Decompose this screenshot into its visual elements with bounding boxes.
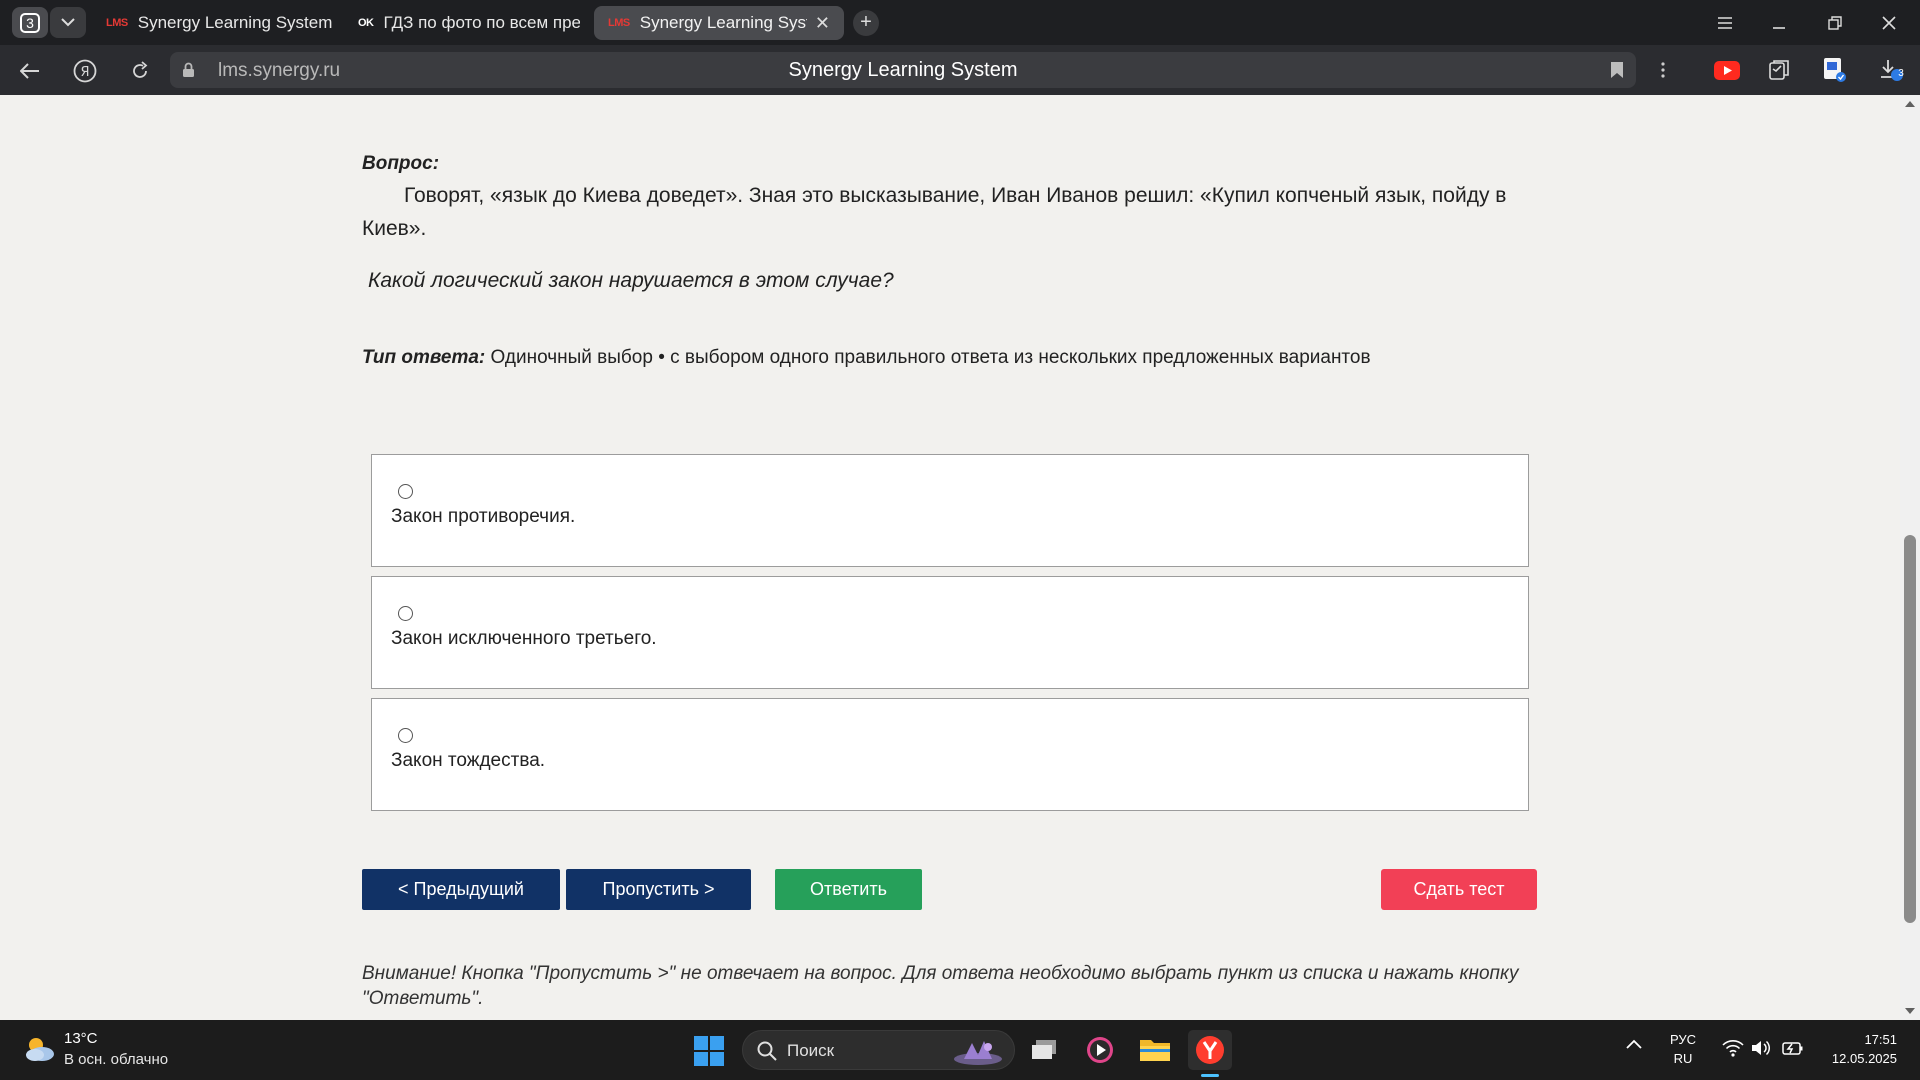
battery-charging-icon[interactable] [1782,1039,1804,1057]
restore-button[interactable] [1812,8,1858,38]
active-app-indicator [1201,1074,1219,1077]
page-title: Synergy Learning System [788,59,1018,81]
tab-gdz[interactable]: OK ГДЗ по фото по всем пред [358,6,580,40]
search-highlight-icon [954,1041,1002,1065]
warning-note: Внимание! Кнопка "Пропустить >" не отвеч… [362,963,1519,1009]
yandex-browser-icon [1196,1036,1224,1064]
page-content: Вопрос: Говорят, «язык до Киева доведет»… [0,95,1900,1020]
tab-synergy-1[interactable]: LMS Synergy Learning System [106,6,346,40]
back-button[interactable] [14,55,46,87]
answer-type-label: Тип ответа: [362,347,486,368]
previous-button[interactable]: < Предыдущий [362,869,560,910]
scroll-down-arrow-icon[interactable] [1905,1008,1915,1014]
translate-extension-icon [1824,58,1846,82]
cloudy-weather-icon[interactable] [22,1034,58,1064]
system-clock[interactable]: 17:51 12.05.2025 [1815,1030,1897,1068]
svg-text:Я: Я [80,65,89,80]
tab-count: 3 [20,12,40,33]
answer-option-2[interactable]: Закон исключенного третьего. [371,576,1529,689]
windows-taskbar: 13°C В осн. облачно Поиск РУС RU 17:51 1… [0,1020,1920,1080]
page-scrollbar[interactable] [1900,95,1920,1020]
ok-favicon-icon: OK [358,17,374,29]
answer-type-value: Одиночный выбор • с выбором одного прави… [485,347,1371,368]
radio-button[interactable] [398,484,413,499]
address-bar[interactable]: lms.synergy.ru Synergy Learning System [170,52,1636,88]
youtube-icon [1714,60,1740,80]
back-arrow-icon [20,63,39,79]
clock-time: 17:51 [1864,1032,1897,1047]
translate-extension-button[interactable] [1820,56,1850,84]
question-label: Вопрос: [362,153,440,174]
reload-icon [133,61,148,78]
radio-button[interactable] [398,606,413,621]
search-icon [757,1041,777,1061]
clock-date: 12.05.2025 [1831,1051,1897,1066]
task-view-icon [1032,1040,1056,1059]
close-tab-icon[interactable]: ✕ [815,13,830,34]
browser-toolbar: Я lms.synergy.ru Synergy Learning System… [0,45,1920,95]
taskbar-app-explorer[interactable] [1133,1030,1177,1070]
tab-title: Synergy Learning Syste [639,13,807,32]
menu-icon [1718,17,1732,29]
more-options-button[interactable] [1648,56,1678,84]
tab-title: Synergy Learning System [137,13,333,32]
chevron-up-icon[interactable] [1626,1039,1642,1049]
browser-tab-strip: 3 LMS Synergy Learning System OK ГДЗ по … [0,0,1920,45]
tab-list-button[interactable] [50,7,86,38]
youtube-extension-button[interactable] [1712,56,1742,84]
language-indicator[interactable]: РУС RU [1670,1030,1696,1068]
answer-option-1[interactable]: Закон противоречия. [371,454,1529,567]
collections-button[interactable] [1765,56,1795,84]
media-player-icon [1087,1037,1113,1063]
downloads-badge: 3 [1898,68,1904,79]
lms-favicon-icon: LMS [608,17,630,29]
taskbar-app-media[interactable] [1078,1030,1122,1070]
tab-counter-button[interactable]: 3 [12,7,48,38]
option-label: Закон противоречия. [391,506,576,527]
radio-button[interactable] [398,728,413,743]
restore-icon [1828,16,1842,30]
bookmark-icon[interactable] [1610,61,1624,79]
scrollbar-thumb[interactable] [1904,535,1916,923]
question-prompt: Какой логический закон нарушается в этом… [368,269,894,292]
option-label: Закон исключенного третьего. [391,628,657,649]
yandex-logo-icon: Я [73,59,97,83]
language-code: РУС [1670,1032,1697,1047]
weather-temperature: 13°C [64,1030,98,1047]
search-placeholder: Поиск [787,1041,835,1060]
taskbar-search[interactable]: Поиск [742,1030,1015,1070]
chevron-down-icon [61,18,75,27]
answer-button[interactable]: Ответить [775,869,922,910]
browser-menu-button[interactable] [1702,8,1748,38]
skip-button[interactable]: Пропустить > [566,869,751,910]
downloads-button[interactable]: 3 [1876,56,1906,84]
close-icon [1882,16,1896,30]
tab-title: ГДЗ по фото по всем пред [383,13,581,32]
wifi-icon[interactable] [1722,1039,1744,1057]
question-text: Говорят, «язык до Киева доведет». Зная э… [362,184,1507,240]
taskbar-app-taskview[interactable] [1023,1030,1067,1070]
answer-option-3[interactable]: Закон тождества. [371,698,1529,811]
minimize-button[interactable] [1756,8,1802,38]
volume-icon[interactable] [1751,1039,1771,1057]
weather-description: В осн. облачно [64,1051,169,1068]
answer-type: Тип ответа: Одиночный выбор • с выбором … [362,347,1371,369]
tab-synergy-active[interactable]: LMS Synergy Learning Syste ✕ [594,6,844,40]
file-explorer-icon [1140,1040,1170,1061]
lms-favicon-icon: LMS [106,17,128,29]
submit-test-button[interactable]: Сдать тест [1381,869,1537,910]
new-tab-button[interactable]: + [853,10,879,36]
reload-button[interactable] [124,55,156,87]
windows-start-icon[interactable] [694,1036,724,1066]
close-window-button[interactable] [1866,8,1912,38]
more-vertical-icon [1661,62,1665,78]
keyboard-layout: RU [1673,1051,1693,1066]
yandex-home-button[interactable]: Я [69,55,101,87]
scroll-up-arrow-icon[interactable] [1905,101,1915,107]
option-label: Закон тождества. [391,750,546,771]
taskbar-app-yandex-browser[interactable] [1188,1030,1232,1070]
minimize-icon [1773,27,1785,29]
collections-icon [1769,60,1789,80]
